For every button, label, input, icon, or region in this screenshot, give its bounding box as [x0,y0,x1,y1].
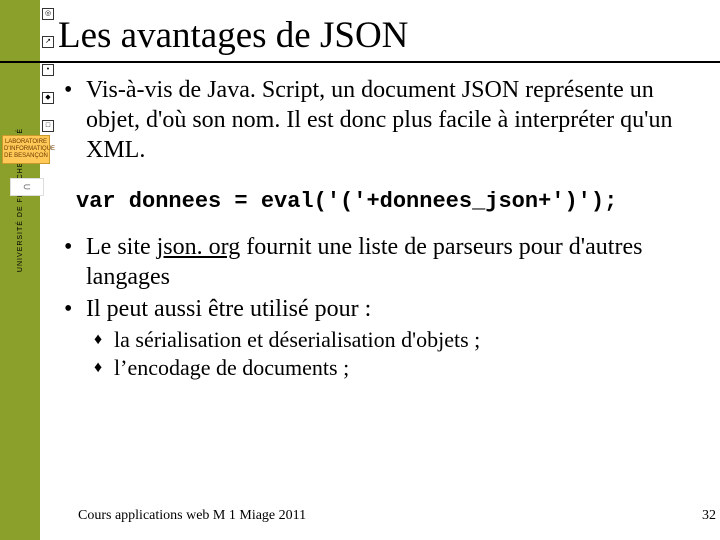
slide-content: Les avantages de JSON Vis-à-vis de Java.… [58,14,712,382]
bullet-item: Il peut aussi être utilisé pour : [58,294,712,324]
square-icon: □ [42,120,54,132]
sidebar-lab-badge: LABORATOIRE D'INFORMATIQUE DE BESANÇON [2,135,50,164]
sub-bullet-text: l’encodage de documents ; [114,355,349,380]
sidebar: UNIVERSITÉ DE FRANCHE-COMTÉ ◎ ↗ • ◆ □ LA… [0,0,54,540]
sub-bullet-item: la sérialisation et déserialisation d'ob… [94,326,712,354]
dot-icon: • [42,64,54,76]
diamond-icon: ◆ [42,92,54,104]
sub-bullet-text: la sérialisation et déserialisation d'ob… [114,327,480,352]
bullet-list-1: Vis-à-vis de Java. Script, un document J… [58,75,712,165]
slide-title: Les avantages de JSON [58,14,712,57]
page-number: 32 [702,508,716,524]
target-icon: ◎ [42,8,54,20]
code-snippet: var donnees = eval('('+donnees_json+')')… [76,189,712,214]
bullet-text: Vis-à-vis de Java. Script, un document J… [86,77,673,163]
json-org-link[interactable]: json. org [157,234,241,260]
sidebar-logo-icon: ⊂ [10,178,44,196]
bullet-list-2: Le site json. org fournit une liste de p… [58,232,712,324]
bullet-text-pre: Le site [86,234,157,260]
arrow-icon: ↗ [42,36,54,48]
bullet-text: Il peut aussi être utilisé pour : [86,296,371,322]
sub-bullet-list: la sérialisation et déserialisation d'ob… [58,326,712,382]
sub-bullet-item: l’encodage de documents ; [94,354,712,382]
bullet-item: Vis-à-vis de Java. Script, un document J… [58,75,712,165]
footer-text: Cours applications web M 1 Miage 2011 [78,508,306,524]
bullet-item: Le site json. org fournit une liste de p… [58,232,712,292]
